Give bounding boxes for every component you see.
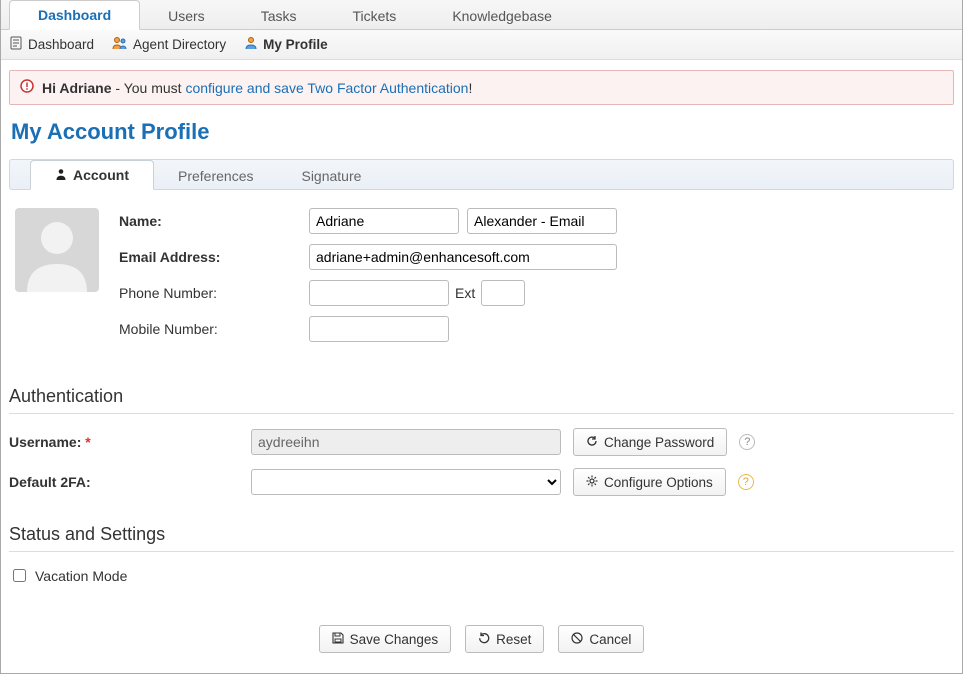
button-label: Save Changes (350, 632, 439, 647)
label-ext: Ext (455, 285, 475, 301)
heading-status-settings: Status and Settings (9, 524, 954, 545)
button-label: Cancel (589, 632, 631, 647)
configure-options-button[interactable]: Configure Options (573, 468, 726, 496)
topnav-label: Tasks (261, 8, 297, 24)
alert-link-2fa[interactable]: configure and save Two Factor Authentica… (185, 80, 468, 96)
row-username: Username: * Change Password ? (9, 428, 954, 456)
section-tab-preferences[interactable]: Preferences (154, 162, 277, 190)
divider (9, 551, 954, 552)
alert-text: Hi Adriane - You must configure and save… (42, 80, 472, 96)
profile-fields: Name: Email Address: Phone Number: Ext M (119, 208, 948, 352)
topnav-label: Tickets (352, 8, 396, 24)
row-default-2fa: Default 2FA: Configure Options ? (9, 468, 954, 496)
first-name-input[interactable] (309, 208, 459, 234)
clipboard-icon (9, 36, 23, 53)
subnav-item-my-profile[interactable]: My Profile (244, 36, 328, 53)
required-marker: * (85, 434, 90, 450)
mobile-input[interactable] (309, 316, 449, 342)
subnav-label: Agent Directory (133, 37, 226, 52)
topnav-label: Dashboard (38, 7, 111, 23)
label-username: Username: * (9, 434, 239, 450)
page-title: My Account Profile (11, 119, 952, 145)
phone-input[interactable] (309, 280, 449, 306)
topnav-tab-knowledgebase[interactable]: Knowledgebase (424, 2, 580, 30)
cancel-icon (571, 632, 583, 647)
vacation-mode-checkbox[interactable] (13, 569, 26, 582)
user-icon (244, 36, 258, 53)
label-default-2fa: Default 2FA: (9, 474, 239, 490)
reset-button[interactable]: Reset (465, 625, 544, 653)
section-tab-label: Signature (301, 168, 361, 184)
heading-authentication: Authentication (9, 386, 954, 407)
label-name: Name: (119, 213, 309, 229)
footer-actions: Save Changes Reset Cancel (9, 625, 954, 653)
section-tab-signature[interactable]: Signature (277, 162, 385, 190)
gear-icon (586, 475, 598, 490)
help-icon[interactable]: ? (739, 434, 755, 450)
username-input (251, 429, 561, 455)
change-password-button[interactable]: Change Password (573, 428, 727, 456)
topnav-label: Knowledgebase (452, 8, 552, 24)
topnav-tab-dashboard[interactable]: Dashboard (9, 0, 140, 30)
error-icon (20, 79, 34, 96)
label-phone: Phone Number: (119, 285, 309, 301)
button-label: Change Password (604, 435, 714, 450)
label-mobile: Mobile Number: (119, 321, 309, 337)
undo-icon (478, 632, 490, 647)
app-window: Dashboard Users Tasks Tickets Knowledgeb… (0, 0, 963, 674)
section-tab-label: Preferences (178, 168, 253, 184)
label-username-text: Username: (9, 434, 81, 450)
subnav-label: Dashboard (28, 37, 94, 52)
profile-form: Name: Email Address: Phone Number: Ext M (9, 190, 954, 358)
row-vacation-mode: Vacation Mode (9, 566, 954, 585)
refresh-icon (586, 435, 598, 450)
save-button[interactable]: Save Changes (319, 625, 452, 653)
section-tab-label: Account (73, 167, 129, 183)
person-icon (55, 167, 67, 183)
alert-banner: Hi Adriane - You must configure and save… (9, 70, 954, 105)
default-2fa-select[interactable] (251, 469, 561, 495)
divider (9, 413, 954, 414)
email-input[interactable] (309, 244, 617, 270)
alert-middle: - You must (112, 80, 186, 96)
subnav-item-agent-directory[interactable]: Agent Directory (112, 36, 226, 53)
sub-nav: Dashboard Agent Directory My Profile (1, 30, 962, 60)
top-nav: Dashboard Users Tasks Tickets Knowledgeb… (1, 0, 962, 30)
section-tab-account[interactable]: Account (30, 160, 154, 190)
cancel-button[interactable]: Cancel (558, 625, 644, 653)
button-label: Configure Options (604, 475, 713, 490)
button-label: Reset (496, 632, 531, 647)
section-tab-bar: Account Preferences Signature (9, 159, 954, 190)
label-email: Email Address: (119, 249, 309, 265)
save-icon (332, 632, 344, 647)
subnav-item-dashboard[interactable]: Dashboard (9, 36, 94, 53)
alert-prefix: Hi Adriane (42, 80, 112, 96)
topnav-label: Users (168, 8, 205, 24)
content-area: Hi Adriane - You must configure and save… (1, 60, 962, 673)
alert-suffix: ! (468, 80, 472, 96)
users-icon (112, 36, 128, 53)
topnav-tab-tasks[interactable]: Tasks (233, 2, 325, 30)
avatar (15, 208, 99, 292)
topnav-tab-tickets[interactable]: Tickets (324, 2, 424, 30)
help-icon[interactable]: ? (738, 474, 754, 490)
topnav-tab-users[interactable]: Users (140, 2, 233, 30)
last-name-input[interactable] (467, 208, 617, 234)
label-vacation-mode: Vacation Mode (35, 568, 127, 584)
subnav-label: My Profile (263, 37, 328, 52)
phone-ext-input[interactable] (481, 280, 525, 306)
